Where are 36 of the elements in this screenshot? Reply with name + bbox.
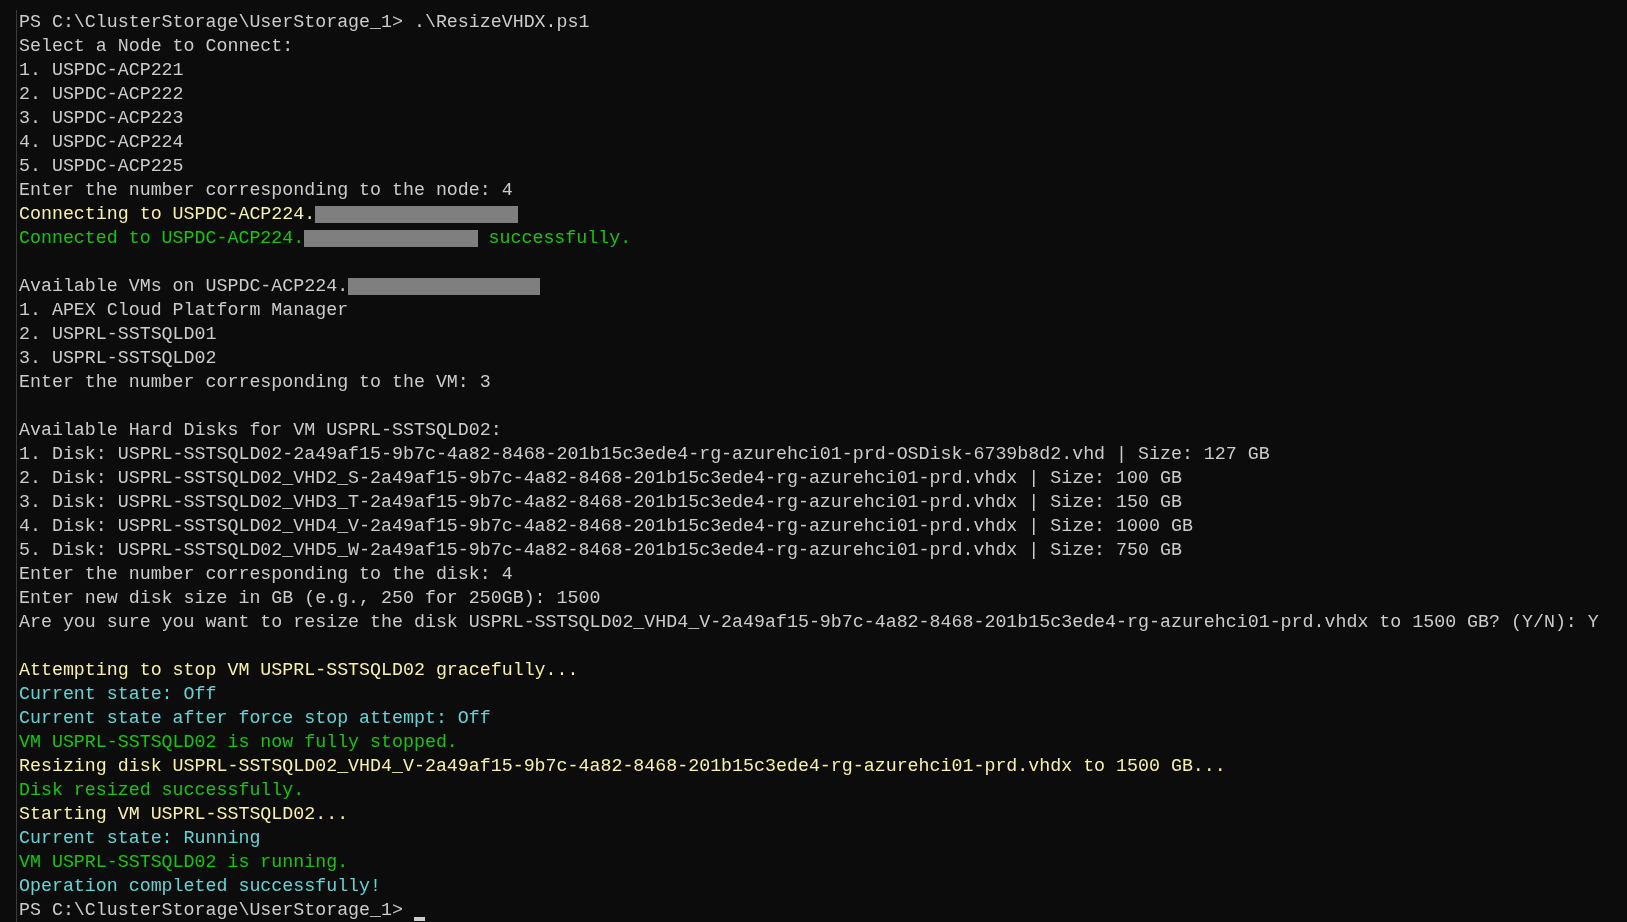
terminal-text: Enter the number corresponding to the disk: 4 (19, 563, 513, 586)
terminal-text: Available Hard Disks for VM USPRL-SSTSQLD02: (19, 419, 502, 442)
terminal-text: VM USPRL-SSTSQLD02 is running. (19, 851, 349, 874)
terminal-text: 5. USPDC-ACP225 (19, 155, 184, 178)
terminal-text: 2. Disk: USPRL-SSTSQLD02_VHD2_S-2a49af15-9b7c-4a82-8468-201b15c3ede4-rg-azurehci01-prd.vhdx | Size: 100 GB (19, 467, 1182, 490)
terminal-text: 2. USPDC-ACP222 (19, 83, 184, 106)
terminal-text: 1. APEX Cloud Platform Manager (19, 299, 349, 322)
terminal-text: 3. USPDC-ACP223 (19, 107, 184, 130)
terminal-text: 1. USPDC-ACP221 (19, 59, 184, 82)
terminal-text: 3. Disk: USPRL-SSTSQLD02_VHD3_T-2a49af15-9b7c-4a82-8468-201b15c3ede4-rg-azurehci01-prd.vhdx | Size: 150 GB (19, 491, 1182, 514)
terminal-text: successfully. (487, 227, 632, 250)
terminal-text: 4. USPDC-ACP224 (19, 131, 184, 154)
terminal-text: 2. USPRL-SSTSQLD01 (19, 323, 217, 346)
terminal-text: Connected to USPDC-ACP224. (19, 227, 305, 250)
terminal-text: VM USPRL-SSTSQLD02 is now fully stopped. (19, 731, 458, 754)
terminal-text: Starting VM USPRL-SSTSQLD02... (19, 803, 349, 826)
terminal-text: Available VMs on USPDC-ACP224. (19, 275, 349, 298)
terminal-text: 4. Disk: USPRL-SSTSQLD02_VHD4_V-2a49af15-9b7c-4a82-8468-201b15c3ede4-rg-azurehci01-prd.vhdx | Size: 1000 GB (19, 515, 1193, 538)
terminal-text: Current state: Off (19, 683, 217, 706)
terminal-text: Enter the number corresponding to the VM: 3 (19, 371, 491, 394)
prompt-text: PS C:\ClusterStorage\UserStorage_1> .\ResizeVHDX.ps1 (19, 11, 590, 34)
terminal-text: Select a Node to Connect: (19, 35, 294, 58)
terminal-text: Current state after force stop attempt: Off (19, 707, 491, 730)
terminal-text: Disk resized successfully. (19, 779, 305, 802)
terminal-text: 3. USPRL-SSTSQLD02 (19, 347, 217, 370)
terminal-text: Connecting to USPDC-ACP224. (19, 203, 316, 226)
terminal-text: Resizing disk USPRL-SSTSQLD02_VHD4_V-2a49af15-9b7c-4a82-8468-201b15c3ede4-rg-azurehci01-prd.vhdx to 1500 GB... (19, 755, 1226, 778)
terminal-text: Operation completed successfully! (19, 875, 382, 898)
terminal-text: Attempting to stop VM USPRL-SSTSQLD02 gracefully... (19, 659, 579, 682)
terminal-text: 1. Disk: USPRL-SSTSQLD02-2a49af15-9b7c-4a82-8468-201b15c3ede4-rg-azurehci01-prd-OSDisk-6739b8d2.vhd | Size: 127 GB (19, 443, 1270, 466)
terminal-text: Enter new disk size in GB (e.g., 250 for 250GB): 1500 (19, 587, 601, 610)
prompt-text: PS C:\ClusterStorage\UserStorage_1> (19, 899, 403, 922)
terminal-text: 5. Disk: USPRL-SSTSQLD02_VHD5_W-2a49af15-9b7c-4a82-8468-201b15c3ede4-rg-azurehci01-prd.vhdx | Size: 750 GB (19, 539, 1182, 562)
terminal-text: Enter the number corresponding to the node: 4 (19, 179, 513, 202)
terminal-text: Are you sure you want to resize the disk USPRL-SSTSQLD02_VHD4_V-2a49af15-9b7c-4a82-8468-201b15c3ede4-rg-azurehci01-prd.vhdx to 1500 GB? (Y/N): Y (19, 611, 1599, 634)
terminal-text: Current state: Running (19, 827, 261, 850)
